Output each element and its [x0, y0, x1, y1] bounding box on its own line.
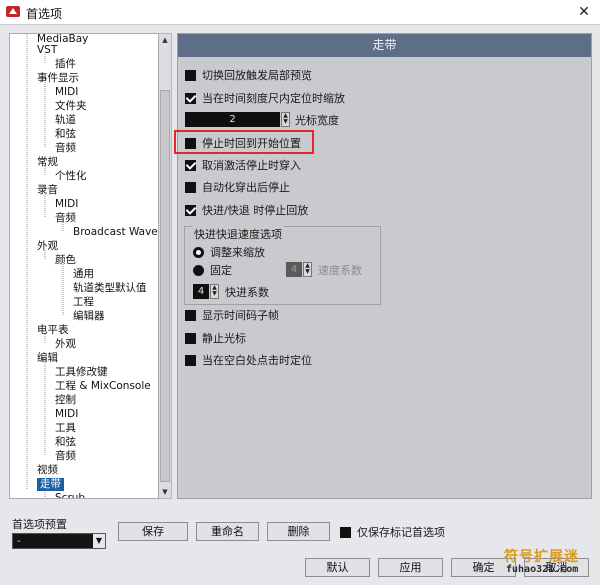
option-stop-on-ff[interactable]: 快进/快退 时停止回放: [185, 202, 308, 218]
tree-item[interactable]: 工程: [73, 296, 94, 309]
option-show-subframes[interactable]: 显示时间码子帧: [185, 307, 279, 323]
tree-item[interactable]: 外观: [55, 338, 76, 351]
option-deactivate-punch-in[interactable]: 取消激活停止时穿入: [185, 157, 301, 173]
checkbox[interactable]: [185, 160, 196, 171]
ff-factor-stepper-icon[interactable]: ▲ ▼: [210, 284, 219, 299]
tree-item[interactable]: 文件夹: [55, 100, 87, 113]
tree-item[interactable]: 通用: [73, 268, 94, 281]
tree-item[interactable]: 轨道: [55, 114, 76, 127]
close-button[interactable]: ✕: [570, 1, 598, 23]
checkbox[interactable]: [185, 205, 196, 216]
tree-item[interactable]: 音频: [55, 142, 76, 155]
delete-button[interactable]: 删除: [267, 522, 330, 541]
save-button[interactable]: 保存: [118, 522, 188, 541]
tree-item[interactable]: MIDI: [55, 198, 78, 211]
tree-item[interactable]: 和弦: [55, 436, 76, 449]
scroll-down-icon[interactable]: ▼: [159, 486, 171, 498]
tree-item[interactable]: 工程 & MixConsole: [55, 380, 151, 393]
tree-item[interactable]: 控制: [55, 394, 76, 407]
chevron-down-icon[interactable]: ▼: [93, 534, 105, 548]
radio-adjust-zoom[interactable]: 调整来缩放: [193, 244, 265, 260]
tree-item[interactable]: 个性化: [55, 170, 87, 183]
radio-button[interactable]: [193, 247, 204, 258]
scroll-up-icon[interactable]: ▲: [159, 34, 171, 46]
tree-item[interactable]: 工具: [55, 422, 76, 435]
tree-item[interactable]: 工具修改键: [55, 366, 108, 379]
title-bar: 首选项 ✕: [0, 0, 600, 24]
highlight-box: [174, 130, 314, 154]
preset-select[interactable]: - ▼: [12, 533, 106, 549]
tree-item[interactable]: MIDI: [55, 86, 78, 99]
checkbox[interactable]: [185, 310, 196, 321]
tree-item[interactable]: MIDI: [55, 408, 78, 421]
watermark-logo: 符号扩展迷 fuhao321.com: [492, 546, 600, 585]
rename-button[interactable]: 重命名: [196, 522, 259, 541]
apply-button[interactable]: 应用: [378, 558, 443, 577]
watermark-text: 符号扩展迷: [504, 549, 579, 565]
watermark-url: fuhao321.com: [506, 564, 579, 575]
speed-factor-stepper-icon[interactable]: ▲ ▼: [303, 262, 312, 277]
tree-item[interactable]: 颜色: [55, 254, 76, 267]
speed-factor-label: 速度系数: [318, 264, 362, 277]
tree-item[interactable]: 常规: [37, 156, 58, 169]
preset-label: 首选项预置: [12, 518, 67, 531]
window-title: 首选项: [26, 7, 63, 21]
tree-item[interactable]: 视频: [37, 464, 58, 477]
default-button[interactable]: 默认: [305, 558, 370, 577]
tree-item[interactable]: 音频: [55, 450, 76, 463]
app-icon: [6, 6, 20, 17]
tree-item[interactable]: 编辑: [37, 352, 58, 365]
tree-item[interactable]: Broadcast Wave: [73, 226, 158, 239]
cursor-width-field[interactable]: 2: [185, 112, 280, 127]
option-stop-after-automation[interactable]: 自动化穿出后停止: [185, 179, 290, 195]
checkbox[interactable]: [185, 182, 196, 193]
checkbox[interactable]: [185, 355, 196, 366]
tree-item-selected[interactable]: 走带: [37, 478, 64, 491]
scroll-thumb[interactable]: [160, 90, 170, 482]
tree-item[interactable]: 电平表: [37, 324, 69, 337]
tree-item[interactable]: Scrub: [55, 492, 85, 498]
group-title: 快进快退速度选项: [192, 226, 284, 242]
tree-scrollbar[interactable]: ▲ ▼: [159, 33, 172, 499]
tree-item[interactable]: 编辑器: [73, 310, 105, 323]
save-marked-only-option[interactable]: 仅保存标记首选项: [340, 524, 445, 540]
option-toggle-preview[interactable]: 切换回放触发局部预览: [185, 67, 312, 83]
checkbox[interactable]: [185, 70, 196, 81]
checkbox[interactable]: [340, 527, 351, 538]
tree-item[interactable]: 和弦: [55, 128, 76, 141]
tree-item[interactable]: 音频: [55, 212, 76, 225]
option-locate-on-empty-click[interactable]: 当在空白处点击时定位: [185, 352, 312, 368]
speed-factor-field[interactable]: 4: [286, 262, 302, 277]
option-stationary-cursor[interactable]: 静止光标: [185, 330, 246, 346]
tree-item[interactable]: 录音: [37, 184, 58, 197]
tree-item[interactable]: 外观: [37, 240, 58, 253]
radio-button[interactable]: [193, 265, 204, 276]
radio-fixed[interactable]: 固定: [193, 262, 232, 278]
tree-item[interactable]: VST: [37, 44, 57, 57]
checkbox[interactable]: [185, 333, 196, 344]
tree-item[interactable]: 轨道类型默认值: [73, 282, 147, 295]
panel-header: 走带: [178, 34, 591, 57]
tree-item[interactable]: 插件: [55, 58, 76, 71]
tree-item[interactable]: 事件显示: [37, 72, 79, 85]
checkbox[interactable]: [185, 93, 196, 104]
ff-factor-field[interactable]: 4: [193, 284, 209, 299]
ff-factor-label: 快进系数: [225, 286, 269, 299]
cursor-width-stepper-icon[interactable]: ▲ ▼: [281, 112, 290, 127]
preferences-tree: MediaBay VST 插件 事件显示 MIDI 文件夹 轨道 和弦 音频 常规 个性化 录音 MID…: [9, 33, 159, 499]
cursor-width-label: 光标宽度: [295, 114, 339, 127]
option-zoom-on-locate[interactable]: 当在时间刻度尺内定位时缩放: [185, 90, 345, 106]
